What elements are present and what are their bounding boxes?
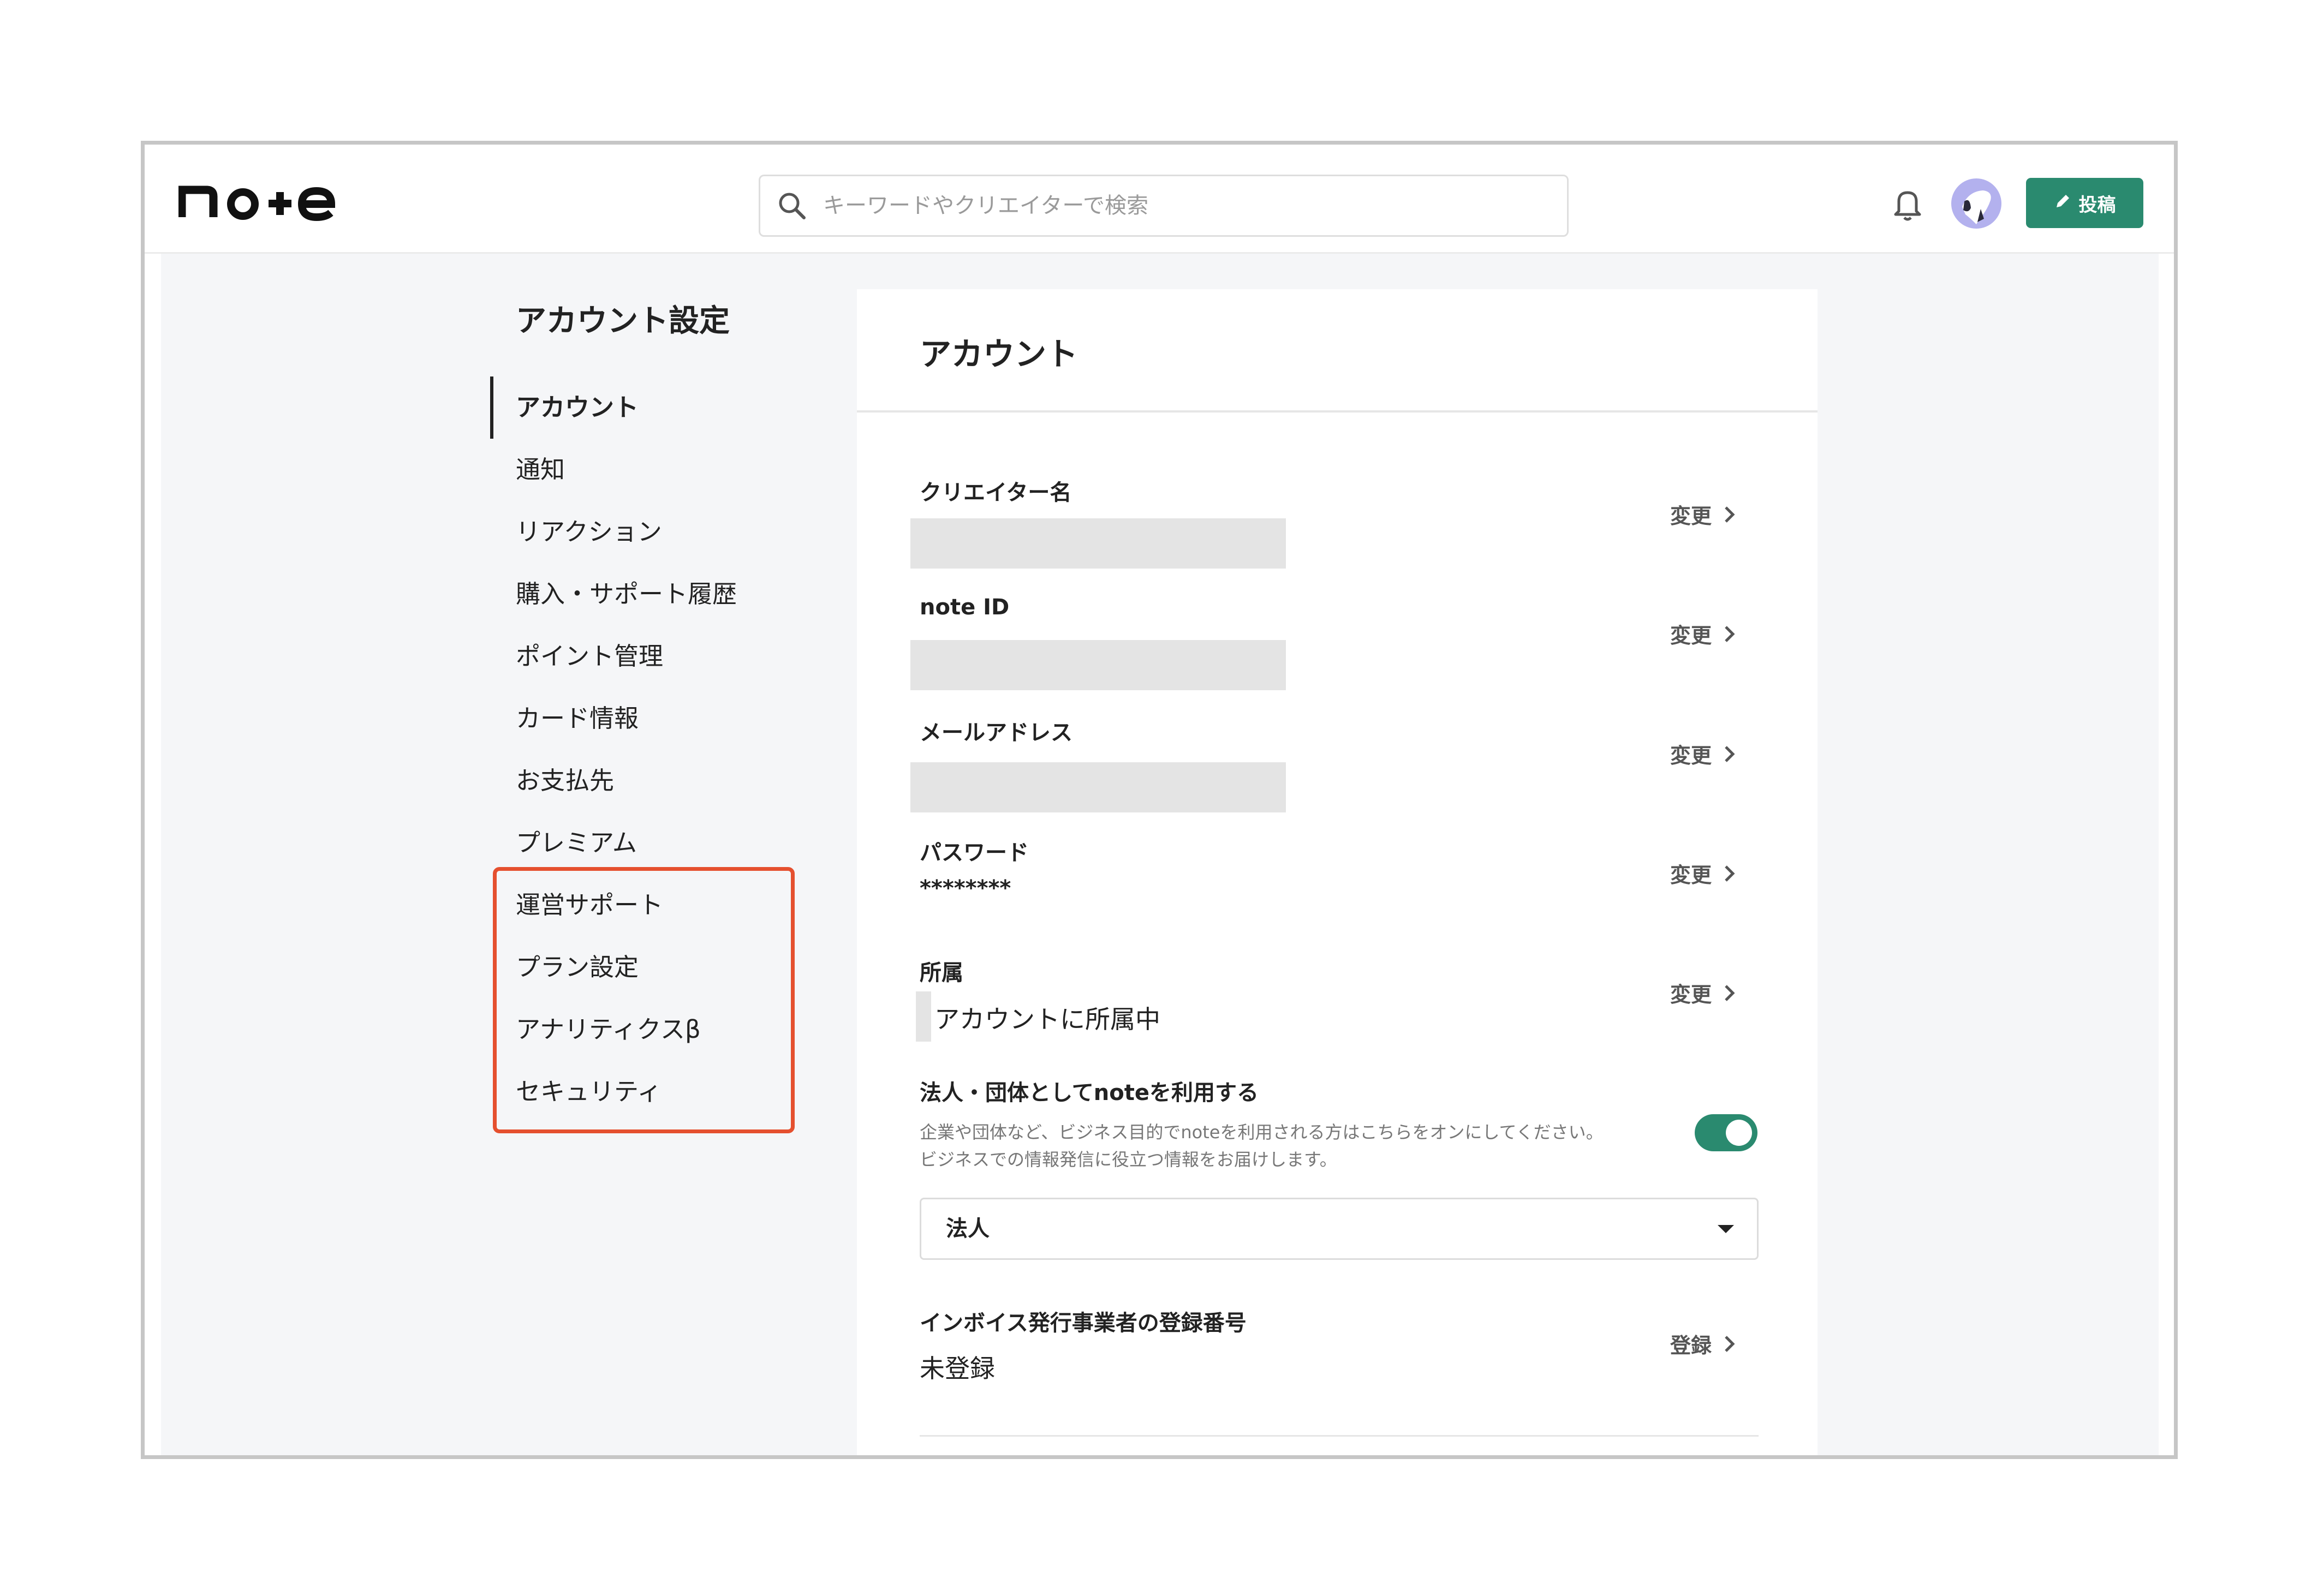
top-header: キーワードやクリエイターで検索 投稿 bbox=[145, 145, 2174, 254]
password-value: ******** bbox=[920, 876, 1011, 901]
invoice-label: インボイス発行事業者の登録番号 bbox=[920, 1311, 1247, 1336]
email-label: メールアドレス bbox=[920, 720, 1072, 745]
entity-type-value: 法人 bbox=[946, 1216, 990, 1241]
title-divider bbox=[857, 410, 1818, 413]
affiliation-value: アカウントに所属中 bbox=[934, 1005, 1160, 1034]
search-bar[interactable]: キーワードやクリエイターで検索 bbox=[759, 175, 1569, 237]
note-id-change-button[interactable]: 変更 bbox=[1670, 619, 1736, 649]
sidebar-item-premium[interactable]: プレミアム bbox=[516, 827, 637, 859]
creator-name-label: クリエイター名 bbox=[920, 480, 1072, 505]
change-label: 変更 bbox=[1670, 983, 1712, 1007]
email-change-button[interactable]: 変更 bbox=[1670, 739, 1736, 769]
chevron-right-icon bbox=[1725, 506, 1735, 523]
note-id-value-redacted bbox=[910, 640, 1286, 690]
change-label: 変更 bbox=[1670, 504, 1712, 528]
sidebar-item-card-info[interactable]: カード情報 bbox=[516, 702, 639, 735]
invoice-value: 未登録 bbox=[920, 1354, 995, 1383]
creator-name-value-redacted bbox=[910, 518, 1286, 569]
corporate-toggle[interactable] bbox=[1695, 1114, 1757, 1151]
page-content: アカウント設定 アカウント 通知 リアクション 購入・サポート履歴 ポイント管理… bbox=[161, 254, 2159, 1455]
note-id-label: note ID bbox=[920, 595, 1010, 620]
affiliation-change-button[interactable]: 変更 bbox=[1670, 978, 1736, 1008]
section-divider bbox=[920, 1435, 1759, 1437]
entity-type-select[interactable]: 法人 bbox=[920, 1198, 1759, 1260]
affiliation-label: 所属 bbox=[920, 960, 963, 985]
pencil-icon bbox=[2054, 192, 2072, 215]
chevron-right-icon bbox=[1725, 1335, 1735, 1352]
note-logo[interactable] bbox=[177, 175, 342, 226]
note-logo-mark bbox=[177, 186, 336, 222]
corporate-title: 法人・団体としてnoteを利用する bbox=[920, 1080, 1259, 1105]
change-label: 変更 bbox=[1670, 863, 1712, 887]
sidebar-item-payee[interactable]: お支払先 bbox=[516, 764, 614, 797]
corporate-description-line2: ビジネスでの情報発信に役立つ情報をお届けします。 bbox=[920, 1149, 1337, 1170]
post-button-label: 投稿 bbox=[2078, 194, 2116, 216]
toggle-knob bbox=[1726, 1120, 1752, 1146]
chevron-right-icon bbox=[1725, 984, 1735, 1001]
post-button[interactable]: 投稿 bbox=[2026, 178, 2143, 228]
account-panel: アカウント クリエイター名 変更 note ID 変更 メールアドレス 変更 パ… bbox=[857, 289, 1818, 1455]
bell-icon[interactable] bbox=[1891, 187, 1924, 224]
caret-down-icon bbox=[1718, 1225, 1734, 1233]
sidebar-title: アカウント設定 bbox=[516, 303, 730, 339]
corporate-description-line1: 企業や団体など、ビジネス目的でnoteを利用される方はこちらをオンにしてください… bbox=[920, 1122, 1604, 1143]
creator-name-change-button[interactable]: 変更 bbox=[1670, 499, 1736, 529]
sidebar-item-purchase-history[interactable]: 購入・サポート履歴 bbox=[516, 578, 737, 611]
register-label: 登録 bbox=[1670, 1334, 1712, 1358]
change-label: 変更 bbox=[1670, 624, 1712, 648]
highlight-box bbox=[493, 867, 795, 1133]
browser-frame: キーワードやクリエイターで検索 投稿 アカウント設定 アカウント 通知 リアクシ… bbox=[141, 141, 2178, 1459]
sidebar-item-points[interactable]: ポイント管理 bbox=[516, 640, 663, 673]
chevron-right-icon bbox=[1725, 745, 1735, 762]
chevron-right-icon bbox=[1725, 865, 1735, 882]
active-indicator bbox=[490, 376, 493, 439]
avatar[interactable] bbox=[1951, 178, 2001, 229]
invoice-register-button[interactable]: 登録 bbox=[1670, 1329, 1736, 1359]
search-icon bbox=[776, 189, 808, 224]
sidebar-item-account[interactable]: アカウント bbox=[516, 391, 639, 424]
sidebar-item-notifications[interactable]: 通知 bbox=[516, 453, 565, 486]
search-placeholder: キーワードやクリエイターで検索 bbox=[823, 193, 1148, 218]
password-change-button[interactable]: 変更 bbox=[1670, 858, 1736, 888]
page-title: アカウント bbox=[920, 336, 1078, 373]
password-label: パスワード bbox=[920, 840, 1029, 865]
change-label: 変更 bbox=[1670, 744, 1712, 768]
email-value-redacted bbox=[910, 762, 1286, 812]
sidebar-item-reactions[interactable]: リアクション bbox=[516, 516, 662, 548]
chevron-right-icon bbox=[1725, 625, 1735, 642]
affiliation-redacted bbox=[916, 991, 931, 1042]
